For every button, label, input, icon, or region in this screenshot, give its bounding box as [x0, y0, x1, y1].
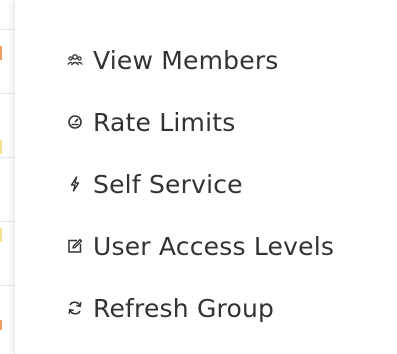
menu-item-self-service[interactable]: Self Service [67, 164, 243, 204]
menu-item-refresh-group[interactable]: Refresh Group [67, 288, 274, 328]
users-icon [67, 52, 83, 68]
lightning-icon [67, 176, 83, 192]
dashboard-gauge-icon [67, 114, 83, 130]
menu-item-user-access-levels[interactable]: User Access Levels [67, 226, 334, 266]
menu-item-label: User Access Levels [93, 231, 335, 261]
menu-item-view-members[interactable]: View Members [67, 40, 279, 80]
menu-item-rate-limits[interactable]: Rate Limits [67, 102, 235, 142]
background-status-marker [0, 320, 2, 330]
menu-item-label: Rate Limits [93, 107, 236, 137]
refresh-icon [67, 300, 83, 316]
menu-item-label: Refresh Group [93, 293, 275, 323]
group-actions-dropdown-menu: View Members Rate Limits Self Service Us… [14, 0, 397, 354]
background-status-marker [0, 140, 2, 154]
edit-icon [67, 238, 83, 254]
background-status-marker [0, 228, 2, 242]
background-status-marker [0, 46, 2, 60]
menu-item-label: View Members [93, 45, 279, 75]
menu-item-label: Self Service [93, 169, 243, 199]
